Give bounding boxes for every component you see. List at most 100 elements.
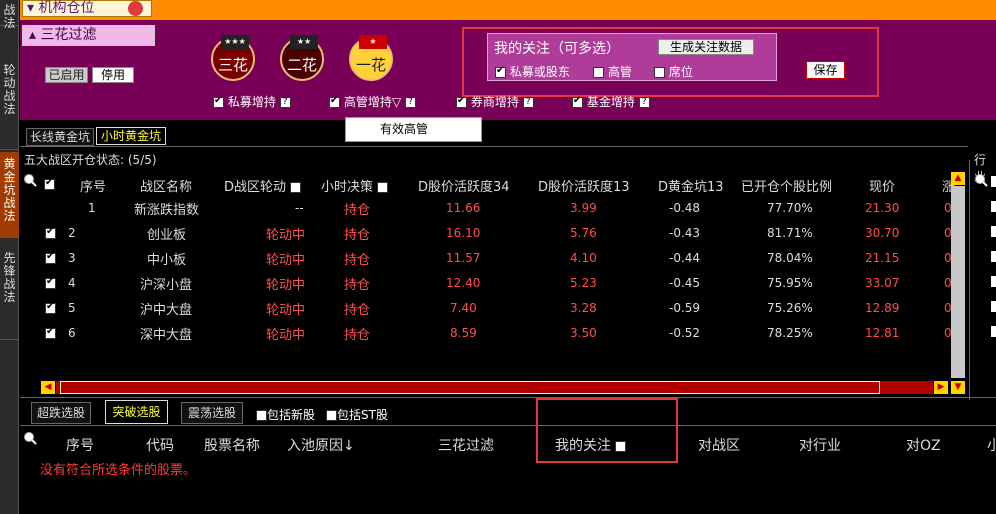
checkbox[interactable] [256, 410, 267, 421]
row-pit13: -0.59 [669, 301, 701, 315]
row-checkbox[interactable] [45, 251, 56, 266]
three-flower-filter-header[interactable]: ▴ 三花过滤 [22, 25, 155, 46]
help-icon[interactable]: ? [404, 97, 416, 108]
scroll-down-button[interactable]: ▼ [951, 381, 965, 394]
row-no: 6 [68, 326, 76, 340]
follow-box: 我的关注（可多选） 生成关注数据 私募或股东 高管 席位 [487, 33, 777, 81]
help-icon[interactable]: ? [279, 97, 291, 108]
tab-breakout[interactable]: 突破选股 [105, 400, 168, 424]
industry-checkboxes[interactable] [991, 176, 996, 376]
tab-oscillation[interactable]: 震荡选股 [181, 402, 243, 424]
col-hour-decision[interactable]: 小时决策 [321, 176, 389, 195]
scroll-right-button[interactable]: ▶ [934, 381, 948, 394]
generate-follow-data-button[interactable]: 生成关注数据 [658, 39, 754, 55]
row-decision: 持仓 [344, 228, 371, 243]
checkbox[interactable] [213, 95, 224, 108]
follow-option-private[interactable]: 私募或股东 [495, 63, 570, 80]
row-act34: 12.40 [446, 276, 481, 290]
checkbox[interactable] [572, 95, 583, 108]
option-fund-increase[interactable]: 基金增持 ? [572, 93, 650, 110]
divider [20, 146, 968, 147]
col-open-ratio[interactable]: 已开仓个股比例 [741, 176, 832, 195]
col-price[interactable]: 现价 [869, 176, 895, 195]
col-stock-name[interactable]: 股票名称 [204, 435, 260, 455]
checkbox[interactable] [329, 95, 340, 108]
follow-option-executive[interactable]: 高管 [593, 63, 632, 80]
row-pit13: -0.45 [669, 276, 701, 290]
row-checkbox[interactable] [45, 326, 56, 341]
row-checkbox[interactable] [45, 226, 56, 241]
medal-one-flower[interactable]: ★ 一花 [349, 35, 393, 81]
row-rotation: 轮动中 [266, 328, 306, 343]
row-price: 30.70 [865, 226, 900, 240]
row-act34: 7.40 [450, 301, 477, 315]
magnifier-icon[interactable] [23, 431, 37, 445]
checkbox[interactable] [654, 67, 665, 78]
checkbox[interactable] [326, 410, 337, 421]
row-act34: 8.59 [450, 326, 477, 340]
col-activity34[interactable]: D股价活跃度34 [418, 176, 510, 195]
help-icon[interactable]: ? [522, 97, 534, 108]
help-icon[interactable]: ? [638, 97, 650, 108]
scroll-left-button[interactable]: ◀ [41, 381, 55, 394]
option-label: 包括ST股 [337, 408, 388, 422]
col-stock-code[interactable]: 代码 [146, 435, 174, 455]
option-label: 基金增持 [586, 95, 635, 109]
col-vs-industry[interactable]: 对行业 [799, 435, 841, 455]
vertical-scrollbar[interactable] [951, 186, 965, 378]
row-checkbox[interactable] [45, 301, 56, 316]
disable-button[interactable]: 停用 [92, 67, 134, 83]
checkbox[interactable] [495, 65, 506, 78]
checkbox[interactable] [377, 182, 389, 193]
tab-oversold[interactable]: 超跌选股 [31, 402, 91, 424]
row-no: 1 [88, 201, 96, 215]
row-name: 新涨跌指数 [134, 203, 200, 218]
nav-item-zhanfa[interactable]: 战法 [0, 0, 19, 30]
nav-item-rotation[interactable]: 轮动战法 [0, 58, 19, 150]
option-broker-increase[interactable]: 券商增持 ? [456, 93, 534, 110]
follow-option-seat[interactable]: 席位 [654, 63, 693, 80]
follow-option-label: 席位 [668, 65, 693, 79]
row-decision: 持仓 [344, 203, 371, 218]
dropdown-option-effective-executive[interactable]: 有效高管 [345, 117, 482, 142]
nav-item-golden-pit[interactable]: 黄金坑战法 [0, 152, 19, 238]
option-label: 包括新股 [267, 408, 316, 422]
checkbox[interactable] [593, 67, 604, 78]
medal-three-flower[interactable]: ★★★ 三花 [211, 35, 255, 81]
col-my-follow[interactable]: 我的关注 [555, 435, 627, 455]
col-zone-rotation[interactable]: D战区轮动 [224, 176, 302, 195]
option-include-new[interactable]: 包括新股 [256, 406, 315, 423]
row-checkbox[interactable] [45, 276, 56, 291]
col-golden-pit13[interactable]: D黄金坑13 [658, 176, 724, 195]
col-vs-oz[interactable]: 对OZ [906, 435, 941, 455]
select-all-checkbox[interactable] [44, 177, 55, 192]
row-pit13: -0.52 [669, 326, 701, 340]
col-entry-reason[interactable]: 入池原因↓ [287, 435, 355, 455]
col-no: 序号 [80, 180, 107, 195]
left-nav: 战法 轮动战法 黄金坑战法 先锋战法 [0, 0, 19, 514]
checkbox[interactable] [290, 182, 302, 193]
col-more[interactable]: 小 [987, 435, 996, 455]
magnifier-icon[interactable] [23, 173, 37, 187]
scroll-up-button[interactable]: ▲ [951, 172, 965, 185]
option-private-increase[interactable]: 私募增持 ? [213, 93, 291, 110]
scroll-thumb[interactable] [60, 381, 880, 394]
row-pit13: -0.44 [669, 251, 701, 265]
save-button[interactable]: 保存 [806, 61, 845, 79]
flag-icon: ★ [359, 35, 387, 49]
tab-hour-golden-pit[interactable]: 小时黄金坑 [96, 127, 166, 145]
option-include-st[interactable]: 包括ST股 [326, 406, 388, 423]
key-icon[interactable] [128, 1, 143, 16]
col-vs-zone[interactable]: 对战区 [698, 435, 740, 455]
option-executive-increase[interactable]: 高管增持▽ ? [329, 93, 416, 110]
nav-item-pioneer[interactable]: 先锋战法 [0, 240, 19, 340]
col-activity13[interactable]: D股价活跃度13 [538, 176, 630, 195]
col-three-flower-filter[interactable]: 三花过滤 [438, 435, 494, 455]
checkbox[interactable] [456, 95, 467, 108]
status-line: 五大战区开仓状态: (5/5) [24, 151, 157, 168]
enabled-button[interactable]: 已启用 [45, 67, 88, 83]
checkbox[interactable] [615, 440, 627, 452]
tab-long-golden-pit[interactable]: 长线黄金坑 [26, 128, 94, 146]
magnifier-icon[interactable] [974, 173, 988, 187]
medal-two-flower[interactable]: ★★ 二花 [280, 35, 324, 81]
